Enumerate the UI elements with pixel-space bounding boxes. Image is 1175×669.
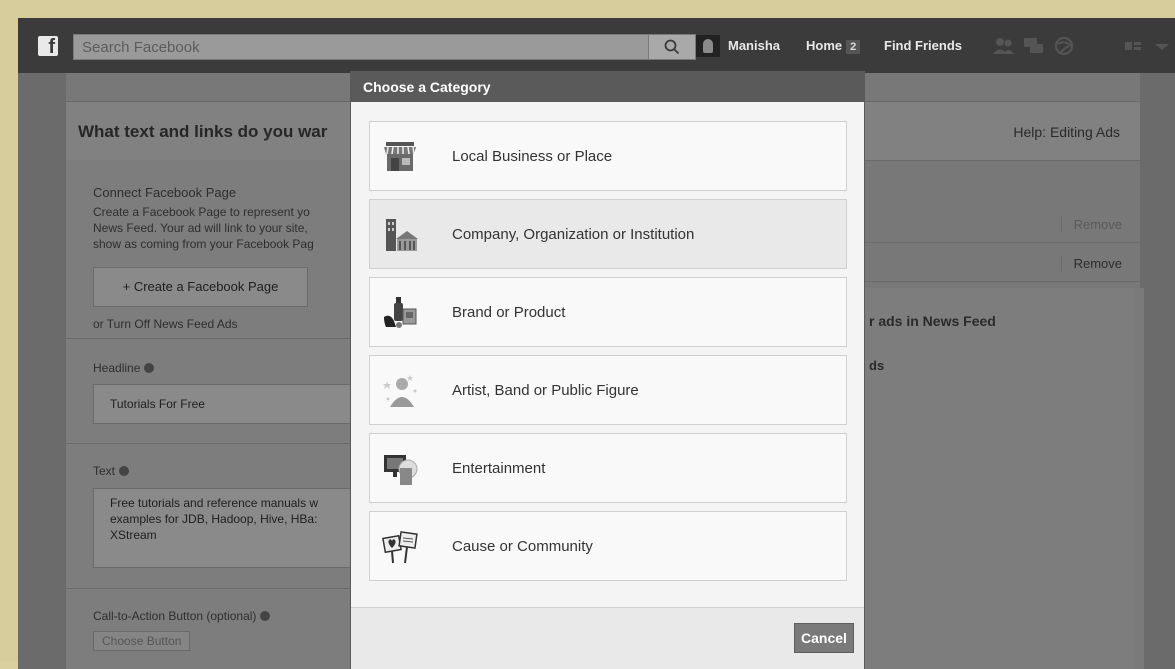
dialog-title: Choose a Category <box>363 79 491 95</box>
choose-category-dialog: Choose a Category Local Business or Plac… <box>350 71 865 669</box>
category-label: Local Business or Place <box>452 148 613 165</box>
help-editing-ads-link[interactable]: Help: Editing Ads <box>1013 124 1120 140</box>
text-label-text: Text <box>93 464 116 478</box>
dialog-footer: Cancel <box>351 607 864 669</box>
turn-off-news-feed-link[interactable]: or Turn Off News Feed Ads <box>93 317 238 331</box>
search-icon <box>664 39 680 55</box>
category-label: Company, Organization or Institution <box>452 226 695 243</box>
headline-label-text: Headline <box>93 361 141 375</box>
cta-select[interactable]: Choose Button <box>93 631 191 651</box>
category-entertainment[interactable]: Entertainment <box>369 433 847 503</box>
category-local-business[interactable]: Local Business or Place <box>369 121 847 191</box>
facebook-logo-icon[interactable]: f <box>38 36 58 58</box>
url-row-2: Remove <box>861 245 1140 282</box>
search-button[interactable] <box>648 35 695 59</box>
home-count-badge: 2 <box>846 40 861 54</box>
info-icon[interactable] <box>119 466 130 476</box>
category-brand-product[interactable]: Brand or Product <box>369 277 847 347</box>
buildings-icon <box>386 219 418 251</box>
find-friends-link[interactable]: Find Friends <box>884 38 962 53</box>
search-placeholder: Search Facebook <box>82 39 200 56</box>
screenshot-frame: f Search Facebook Manisha Home 2 Find Fri… <box>0 0 1175 669</box>
signs-icon <box>382 531 418 564</box>
category-label: Brand or Product <box>452 304 566 321</box>
category-label: Artist, Band or Public Figure <box>452 382 639 399</box>
search-input[interactable]: Search Facebook <box>73 34 696 60</box>
text-label: Text <box>93 464 130 478</box>
headline-label: Headline <box>93 361 155 375</box>
category-company-organization[interactable]: Company, Organization or Institution <box>369 199 847 269</box>
profile-link[interactable]: Manisha <box>728 38 780 53</box>
news-feed-preview <box>861 288 1141 669</box>
home-link[interactable]: Home 2 <box>806 38 861 54</box>
remove-link-1[interactable]: Remove <box>1060 217 1122 232</box>
dialog-body: Local Business or Place Company, Organiz… <box>351 102 864 607</box>
remove-link-2[interactable]: Remove <box>1060 256 1122 271</box>
browser-viewport: f Search Facebook Manisha Home 2 Find Fri… <box>18 18 1175 669</box>
page-title: What text and links do you war <box>78 122 328 141</box>
category-label: Entertainment <box>452 460 546 477</box>
category-label: Cause or Community <box>452 538 593 555</box>
connect-page-label: Connect Facebook Page <box>93 185 237 200</box>
facebook-topbar: f Search Facebook Manisha Home 2 Find Fri… <box>18 18 1175 73</box>
person-star-icon <box>383 375 417 407</box>
category-cause-community[interactable]: Cause or Community <box>369 511 847 581</box>
cancel-button[interactable]: Cancel <box>794 623 854 653</box>
friend-requests-icon[interactable] <box>993 36 1015 56</box>
home-label: Home <box>806 38 843 53</box>
preview-scrollbar[interactable] <box>1134 288 1144 669</box>
preview-subtitle: ds <box>869 358 885 373</box>
privacy-shortcuts-icon[interactable] <box>1123 36 1145 56</box>
cta-label: Call-to-Action Button (optional) <box>93 609 271 623</box>
notifications-globe-icon[interactable] <box>1053 36 1075 56</box>
messages-icon[interactable] <box>1023 36 1045 56</box>
tv-icon <box>384 455 418 485</box>
products-icon <box>384 297 417 328</box>
preview-title: r ads in News Feed <box>869 313 996 329</box>
account-menu-chevron-icon[interactable] <box>1151 36 1173 56</box>
category-artist-band[interactable]: Artist, Band or Public Figure <box>369 355 847 425</box>
info-icon[interactable] <box>260 611 271 621</box>
url-row-1: Remove <box>861 206 1140 243</box>
storefront-icon <box>384 142 416 171</box>
dialog-header: Choose a Category <box>351 72 864 102</box>
cta-label-text: Call-to-Action Button (optional) <box>93 609 257 623</box>
info-icon[interactable] <box>144 363 155 373</box>
create-facebook-page-button[interactable]: + Create a Facebook Page <box>93 267 308 307</box>
user-avatar[interactable] <box>696 35 720 57</box>
